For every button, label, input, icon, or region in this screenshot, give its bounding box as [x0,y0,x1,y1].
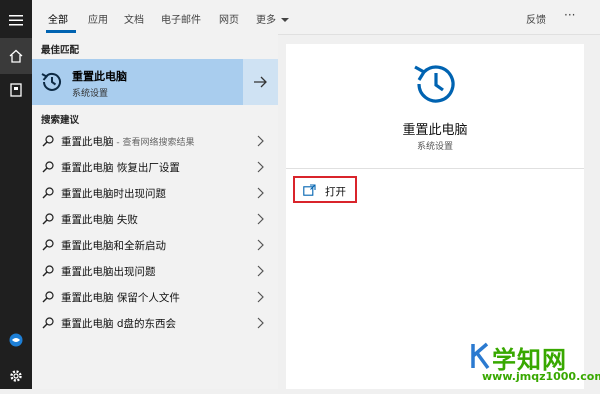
reset-history-icon [41,72,61,91]
chevron-right-icon [257,161,264,173]
open-label: 打开 [325,186,346,198]
reset-history-icon [414,65,455,103]
best-match-heading: 最佳匹配 [41,45,80,56]
chevron-right-icon [257,135,264,147]
watermark-url: www.jmqz1000.com [482,370,600,383]
expand-preview-button[interactable] [243,59,278,105]
search-icon [42,187,54,199]
suggestion-text: 重置此电脑 [61,136,114,148]
search-icon [42,291,54,303]
active-tab-indicator [46,30,76,33]
tab-more-label: 更多 [256,15,276,26]
suggestion-item[interactable]: 重置此电脑时出现问题 [32,180,278,206]
chevron-right-icon [257,291,264,303]
chevron-right-icon [257,265,264,277]
suggestion-text: 重置此电脑 恢复出厂设置 [61,162,180,174]
tab-more[interactable]: 更多 [256,11,290,26]
search-icon [42,135,54,147]
results-panel: 最佳匹配 重置此电脑 系统设置 搜索建议 重置此电脑 - 查看网络搜索结果 重置… [32,34,278,389]
home-icon [9,49,23,63]
open-window-icon [303,184,316,196]
suggestion-text: 重置此电脑出现问题 [61,266,156,278]
notebook-icon [10,83,22,97]
start-sidebar [0,0,32,389]
suggestion-item[interactable]: 重置此电脑 保留个人文件 [32,284,278,310]
suggestion-item[interactable]: 重置此电脑 d盘的东西会 [32,310,278,336]
more-options-button[interactable]: ··· [564,8,575,22]
suggestion-text: 重置此电脑时出现问题 [61,188,166,200]
search-icon [42,265,54,277]
suggestion-text: 重置此电脑 d盘的东西会 [61,318,177,330]
chevron-right-icon [257,213,264,225]
best-match-result[interactable]: 重置此电脑 系统设置 [32,59,278,105]
chevron-down-icon [281,18,290,22]
chevron-right-icon [257,239,264,251]
hamburger-menu-icon [9,15,23,26]
suggestion-item[interactable]: 重置此电脑 - 查看网络搜索结果 [32,128,278,154]
search-icon [42,317,54,329]
settings-gear-icon [10,370,22,382]
suggestion-hint: - 查看网络搜索结果 [113,138,195,148]
suggestion-text: 重置此电脑 保留个人文件 [61,292,180,304]
preview-subtitle: 系统设置 [416,142,453,152]
chevron-right-icon [257,187,264,199]
best-match-title: 重置此电脑 [72,70,127,83]
suggestion-label: 重置此电脑 - 查看网络搜索结果 [61,134,194,149]
suggestion-text: 重置此电脑和全新启动 [61,240,166,252]
site-watermark: 学知网 www.jmqz1000.com [466,336,600,389]
search-icon [42,213,54,225]
open-button[interactable]: 打开 [293,176,357,203]
feedback-hub-icon [9,333,23,347]
feedback-button[interactable]: 反馈 [526,11,546,26]
search-icon [42,161,54,173]
tab-web[interactable]: 网页 [219,11,239,26]
tab-documents[interactable]: 文档 [124,11,144,26]
watermark-logo-icon [471,342,490,370]
chevron-right-icon [257,317,264,329]
home-button[interactable] [0,38,32,74]
search-icon [42,239,54,251]
suggestion-item[interactable]: 重置此电脑和全新启动 [32,232,278,258]
search-suggestions-heading: 搜索建议 [41,115,80,126]
arrow-right-icon [253,76,267,88]
suggestion-item[interactable]: 重置此电脑 恢复出厂设置 [32,154,278,180]
feedback-hub-button[interactable] [0,322,32,358]
preview-title: 重置此电脑 [402,123,468,138]
divider [286,168,584,169]
suggestion-text: 重置此电脑 失败 [61,214,138,226]
suggestion-item[interactable]: 重置此电脑出现问题 [32,258,278,284]
best-match-subtitle: 系统设置 [72,89,109,99]
search-scope-tabs: 全部 应用 文档 电子邮件 网页 更多 反馈 ··· [32,0,600,35]
tab-email[interactable]: 电子邮件 [161,11,201,26]
hamburger-menu-button[interactable] [0,2,32,38]
notebook-button[interactable] [0,72,32,108]
tab-all[interactable]: 全部 [48,11,68,26]
tab-apps[interactable]: 应用 [88,11,108,26]
suggestion-item[interactable]: 重置此电脑 失败 [32,206,278,232]
